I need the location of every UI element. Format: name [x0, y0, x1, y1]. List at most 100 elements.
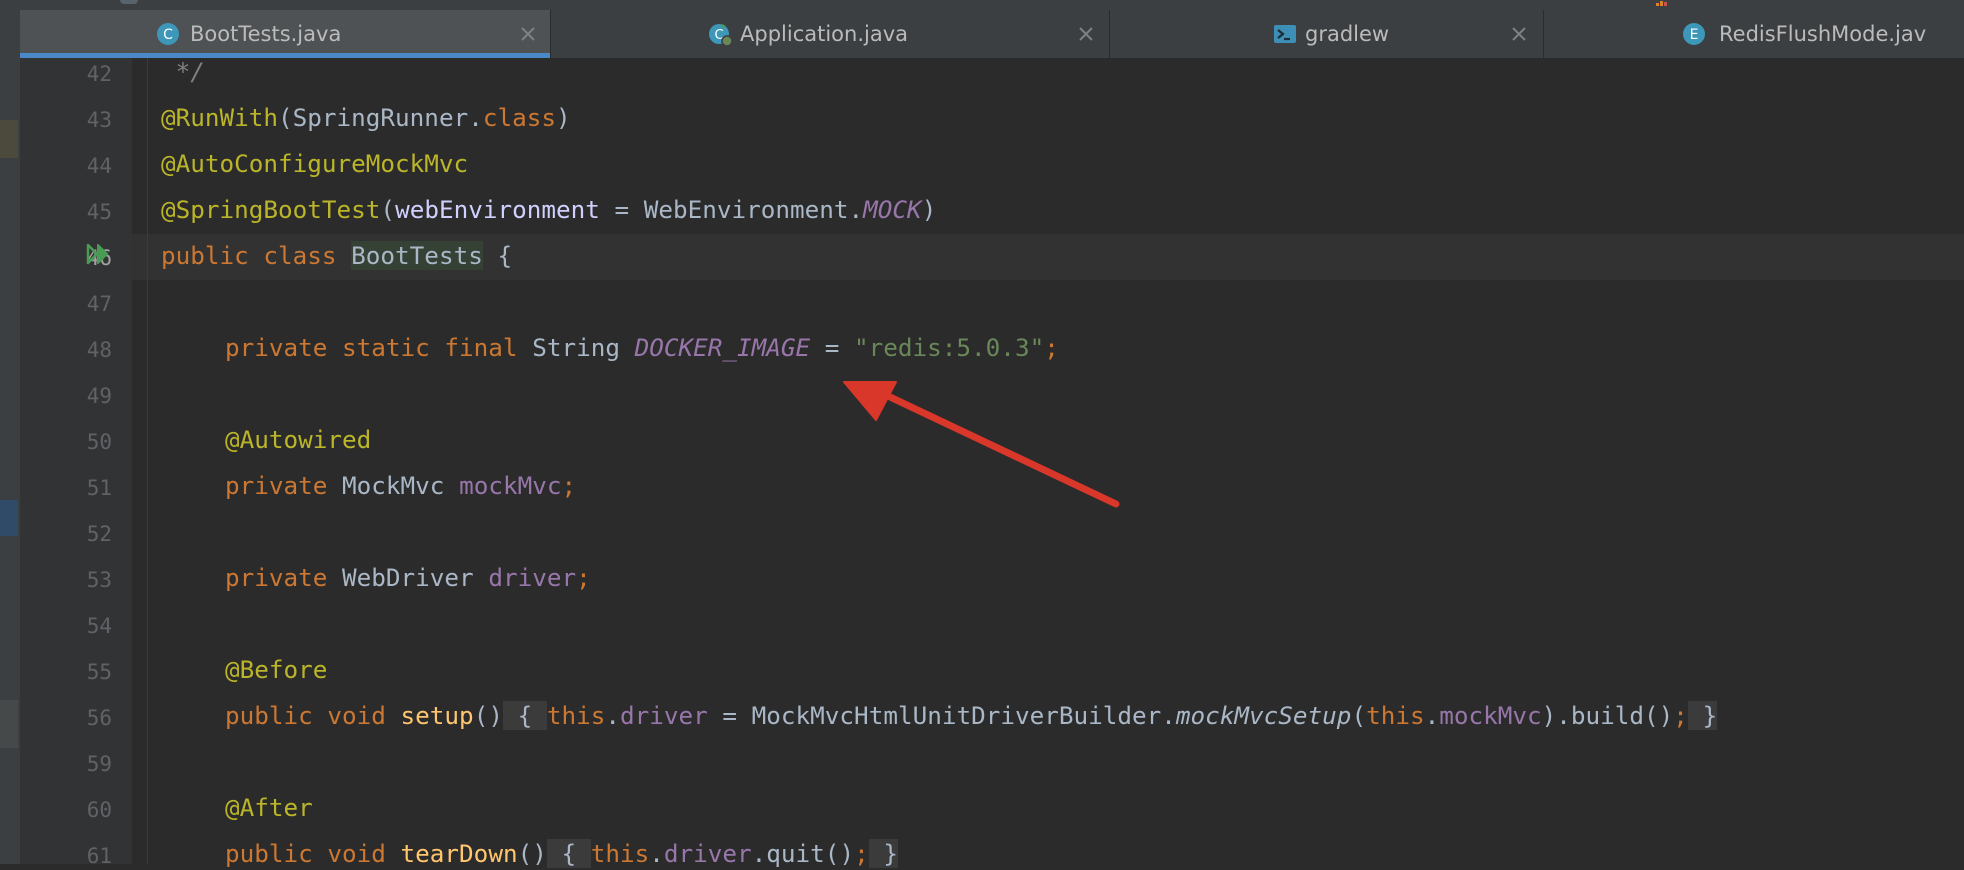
code-line-51: private MockMvc mockMvc; [225, 471, 576, 501]
line-number: 50 [86, 430, 112, 454]
indent-guide [147, 58, 148, 864]
tab-label: gradlew [1305, 22, 1390, 46]
chart-icon[interactable] [1656, 0, 1668, 6]
svg-text:C: C [163, 27, 173, 43]
line-number: 56 [86, 706, 112, 730]
code-line-43: @RunWith(SpringRunner.class) [161, 103, 571, 133]
line-number: 43 [86, 108, 112, 132]
static-method: mockMvcSetup [1175, 701, 1352, 730]
line-number: 48 [86, 338, 112, 362]
code-line-60: @After [225, 793, 313, 823]
run-test-icon[interactable] [86, 242, 112, 266]
line-number: 47 [86, 292, 112, 316]
tab-label: Application.java [740, 22, 909, 46]
line-number: 52 [86, 522, 112, 546]
code-text: ) [555, 103, 571, 132]
code-line-42: */ [161, 57, 205, 87]
code-line-44: @AutoConfigureMockMvc [161, 149, 468, 179]
field-name: mockMvc [1439, 701, 1542, 730]
type-name: WebDriver [342, 563, 489, 592]
type-name: MockMvc [342, 471, 460, 500]
keyword: public void [225, 701, 401, 730]
keyword: class [482, 103, 556, 132]
code-text: . [1424, 701, 1440, 730]
constant-docker-image: DOCKER_IMAGE [634, 333, 811, 362]
spring-boot-app-icon: C [709, 24, 732, 46]
type-name: String [532, 333, 635, 362]
line-number: 54 [86, 614, 112, 638]
editor-gutter: 42 43 44 45 46 47 48 49 50 51 52 53 54 5… [20, 58, 154, 868]
annotation: @Autowired [225, 425, 372, 454]
semicolon: ; [561, 471, 577, 500]
line-number: 53 [86, 568, 112, 592]
keyword: this [1366, 701, 1425, 730]
close-icon[interactable] [517, 23, 539, 45]
comment-end: */ [161, 57, 205, 86]
left-strip-block [0, 700, 18, 748]
tab-label: BootTests.java [190, 22, 342, 46]
tab-gradlew[interactable]: gradlew [1110, 10, 1544, 58]
folded-brace-close[interactable]: } [1687, 701, 1718, 730]
left-tool-strip [0, 0, 20, 864]
code-text: = MockMvcHtmlUnitDriverBuilder. [707, 701, 1176, 730]
code-text: = WebEnvironment. [599, 195, 864, 224]
field-name: driver [620, 701, 708, 730]
annotation: @RunWith [161, 103, 279, 132]
code-text: { [482, 241, 513, 270]
line-number: 59 [86, 752, 112, 776]
code-line-48: private static final String DOCKER_IMAGE… [225, 333, 1059, 363]
semicolon: ; [1673, 701, 1688, 730]
enum-icon: E [1683, 23, 1705, 45]
code-text: ) [921, 195, 937, 224]
line-number: 49 [86, 384, 112, 408]
semicolon: ; [576, 563, 591, 592]
annotation: @Before [225, 655, 328, 684]
code-text: ).build() [1541, 701, 1674, 730]
annotation: @After [225, 793, 313, 822]
string-literal: "redis:5.0.3" [854, 333, 1045, 362]
annotation: @SpringBootTest [161, 195, 381, 224]
keyword: public class [161, 241, 352, 270]
line-number: 61 [86, 844, 112, 868]
close-icon[interactable] [1508, 23, 1530, 45]
top-strip-handle [120, 0, 138, 4]
code-text: (SpringRunner. [278, 103, 483, 132]
left-strip-highlight [0, 120, 18, 158]
semicolon: ; [1044, 333, 1059, 362]
keyword: private [225, 471, 343, 500]
tab-label: RedisFlushMode.jav [1719, 22, 1927, 46]
code-text: . [605, 701, 620, 730]
tab-boot-tests[interactable]: C BootTests.java [20, 10, 551, 58]
line-number: 44 [86, 154, 112, 178]
left-strip-selection [0, 500, 18, 536]
folded-brace-open[interactable]: { [502, 701, 547, 730]
annotation: @AutoConfigureMockMvc [161, 149, 469, 178]
annotation-parameter: webEnvironment [395, 195, 600, 224]
svg-text:E: E [1690, 27, 1699, 43]
code-line-53: private WebDriver driver; [225, 563, 591, 593]
keyword: private [225, 563, 343, 592]
tab-application[interactable]: C Application.java [551, 10, 1110, 58]
method-name: setup [400, 701, 474, 730]
field-name: mockMvc [459, 471, 562, 500]
tab-redis-flush-mode[interactable]: E RedisFlushMode.jav [1544, 10, 1964, 58]
line-number: 60 [86, 798, 112, 822]
line-number: 42 [86, 62, 112, 86]
line-number: 51 [86, 476, 112, 500]
editor-tab-bar: C BootTests.java C Application.java grad… [20, 10, 1964, 59]
java-class-icon: C [157, 23, 179, 45]
line-number: 55 [86, 660, 112, 684]
code-line-45: @SpringBootTest(webEnvironment = WebEnvi… [161, 195, 936, 225]
terminal-script-icon [1274, 25, 1296, 43]
code-line-50: @Autowired [225, 425, 371, 455]
red-arrow-annotation [843, 381, 1120, 508]
constant: MOCK [863, 195, 922, 224]
code-line-61: public void tearDown() { this.driver.qui… [225, 839, 898, 869]
class-name: BootTests [351, 241, 483, 270]
code-text: ( [1351, 701, 1367, 730]
code-text: = [810, 333, 855, 362]
close-icon[interactable] [1075, 23, 1097, 45]
code-text: () [473, 701, 503, 730]
code-line-46: public class BootTests { [161, 241, 512, 271]
code-line-55: @Before [225, 655, 327, 685]
